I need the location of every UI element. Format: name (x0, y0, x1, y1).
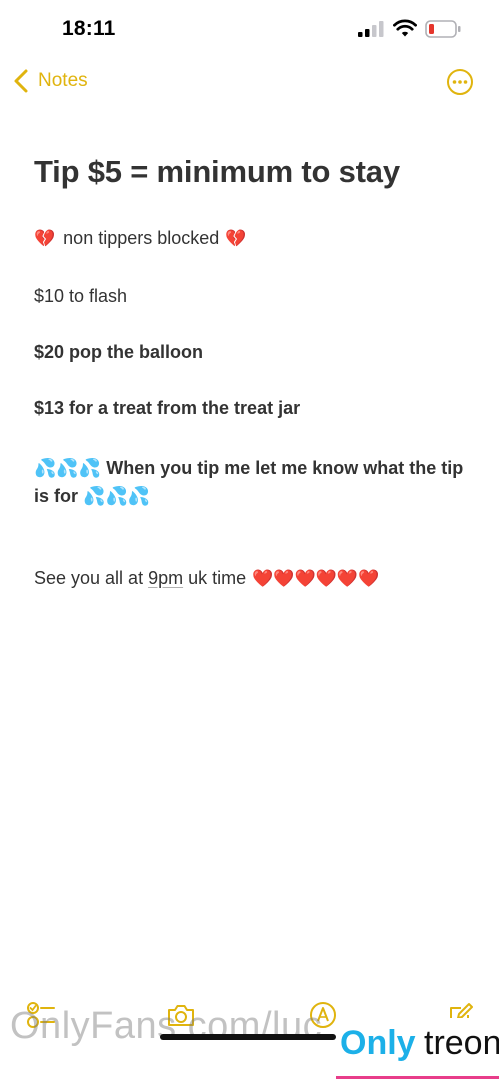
watermark-underline (336, 1076, 499, 1079)
sweat-droplets-emoji: 💦💦💦 (34, 458, 102, 478)
note-line-tip-message: 💦💦💦 When you tip me let me know what the… (34, 454, 464, 510)
note-line-balloon: $20 pop the balloon (34, 342, 204, 362)
note-line-see-you: See you all at 9pm uk time ❤️❤️❤️❤️❤️❤️ (34, 568, 379, 589)
time-link[interactable]: 9pm (148, 568, 183, 589)
note-title: Tip $5 = minimum to stay (34, 154, 400, 189)
watermark-logo-part1: Only (340, 1024, 416, 1062)
wifi-icon (393, 19, 417, 37)
note-line-flash: $10 to flash (34, 286, 128, 306)
note-line-text: non tippers blocked (63, 228, 220, 248)
note-line-see-you-suffix: uk time (183, 568, 247, 588)
broken-heart-emoji: 💔 (225, 228, 247, 248)
watermark-text: OnlyFans.com/luc (10, 1005, 323, 1047)
note-line-non-tippers: 💔 non tippers blocked 💔 (34, 228, 246, 249)
back-label: Notes (38, 70, 88, 91)
broken-heart-emoji: 💔 (34, 228, 56, 248)
back-to-notes-button[interactable]: Notes (12, 64, 88, 98)
sweat-droplets-emoji: 💦💦💦 (83, 486, 151, 506)
note-line-treat-jar: $13 for a treat from the treat jar (34, 398, 301, 418)
status-time: 18:11 (62, 17, 116, 40)
watermark-logo-part2: treon (424, 1024, 499, 1062)
watermark-logo: Only treon (336, 1018, 499, 1080)
red-hearts-emoji: ❤️❤️❤️❤️❤️❤️ (252, 568, 380, 588)
note-line-see-you-prefix: See you all at (34, 568, 149, 588)
cellular-signal-icon (358, 21, 384, 37)
chevron-left-icon (14, 69, 28, 93)
battery-icon (425, 20, 461, 38)
status-bar: 18:11 (0, 0, 499, 60)
home-indicator (160, 1034, 336, 1040)
more-options-icon[interactable] (446, 68, 474, 96)
